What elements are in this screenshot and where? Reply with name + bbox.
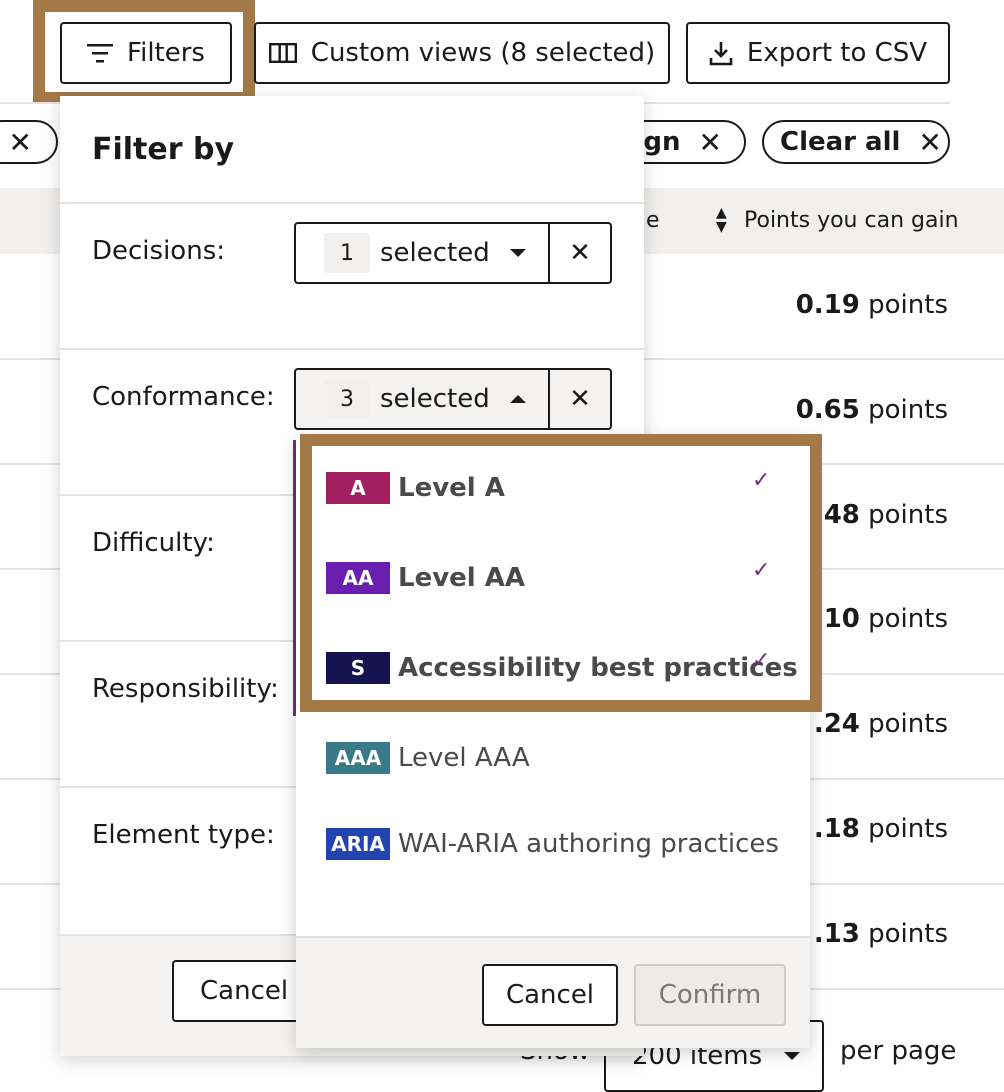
download-icon (709, 42, 733, 66)
panel-cancel-label: Cancel (200, 976, 289, 1006)
option-wai-aria[interactable]: ARIA WAI-ARIA authoring practices (326, 828, 779, 860)
badge-s: S (326, 652, 390, 684)
dropdown-cancel-button[interactable]: Cancel (482, 964, 618, 1026)
custom-views-button[interactable]: Custom views (8 selected) (254, 22, 670, 84)
conformance-selected-text: selected (380, 384, 490, 414)
partial-column-header[interactable]: e (646, 208, 660, 233)
panel-divider (60, 348, 644, 350)
dropdown-confirm-label: Confirm (658, 980, 762, 1010)
option-best-practices[interactable]: S Accessibility best practices (326, 652, 798, 684)
check-icon: ✓ (752, 648, 771, 673)
conformance-clear-button[interactable]: ✕ (548, 370, 610, 428)
table-row-points: .48 points (813, 500, 948, 530)
dropdown-confirm-button[interactable]: Confirm (634, 964, 786, 1026)
decisions-select[interactable]: 1 selected ✕ (294, 222, 612, 284)
badge-aa: AA (326, 562, 390, 594)
chip-close-icon[interactable]: ✕ (699, 126, 722, 159)
clear-all-chip[interactable]: Clear all ✕ (762, 120, 950, 164)
filter-panel-title: Filter by (92, 132, 235, 167)
panel-divider (60, 202, 644, 204)
conformance-count: 3 (324, 379, 370, 419)
table-row-points: 0.19 points (795, 290, 948, 320)
export-csv-label: Export to CSV (746, 38, 928, 68)
export-csv-button[interactable]: Export to CSV (686, 22, 950, 84)
difficulty-label: Difficulty: (92, 528, 215, 558)
decisions-clear-button[interactable]: ✕ (548, 224, 610, 282)
option-label: Accessibility best practices (398, 653, 798, 683)
table-row-points: .18 points (813, 814, 948, 844)
filter-icon (87, 44, 114, 63)
option-level-aa[interactable]: AA Level AA (326, 562, 525, 594)
option-label: Level A (398, 473, 505, 503)
table-row-points: .24 points (813, 709, 948, 739)
custom-views-label: Custom views (8 selected) (310, 38, 656, 68)
check-icon: ✓ (752, 558, 771, 583)
chevron-down-icon (509, 249, 526, 257)
clear-all-close-icon[interactable]: ✕ (918, 126, 941, 159)
conformance-select[interactable]: 3 selected ✕ (294, 368, 612, 430)
decisions-selected-text: selected (380, 238, 490, 268)
per-page-label: per page (840, 1036, 957, 1066)
conformance-label: Conformance: (92, 382, 275, 412)
close-icon: ✕ (569, 238, 591, 268)
conformance-dropdown: A Level A ✓ AA Level AA ✓ S Accessibilit… (296, 436, 810, 1048)
option-level-aaa[interactable]: AAA Level AAA (326, 742, 530, 774)
filters-button-label: Filters (127, 38, 205, 68)
decisions-label: Decisions: (92, 236, 225, 266)
responsibility-label: Responsibility: (92, 674, 279, 704)
sort-icon[interactable]: ▲ ▼ (716, 206, 727, 234)
element-type-label: Element type: (92, 820, 275, 850)
badge-aaa: AAA (326, 742, 390, 774)
table-row-points: .10 points (813, 604, 948, 634)
chip-close-icon[interactable]: ✕ (9, 126, 32, 159)
points-column-header[interactable]: Points you can gain (744, 208, 959, 233)
chevron-down-icon (784, 1052, 801, 1060)
decisions-count: 1 (324, 233, 370, 273)
table-row-points: 0.65 points (795, 395, 948, 425)
filter-chip-left[interactable]: ✕ (0, 120, 58, 164)
option-label: WAI-ARIA authoring practices (398, 829, 779, 859)
badge-a: A (326, 472, 390, 504)
dropdown-cancel-label: Cancel (505, 980, 595, 1010)
columns-icon (268, 43, 297, 63)
table-row-points: .13 points (813, 919, 948, 949)
option-label: Level AAA (398, 743, 530, 773)
check-icon: ✓ (752, 468, 771, 493)
close-icon: ✕ (569, 384, 591, 414)
badge-aria: ARIA (326, 828, 390, 860)
chevron-up-icon (509, 395, 526, 403)
dropdown-footer: Cancel Confirm (296, 936, 810, 1048)
filters-button[interactable]: Filters (60, 22, 232, 84)
clear-all-label: Clear all (780, 127, 901, 157)
option-level-a[interactable]: A Level A (326, 472, 505, 504)
option-label: Level AA (398, 563, 525, 593)
